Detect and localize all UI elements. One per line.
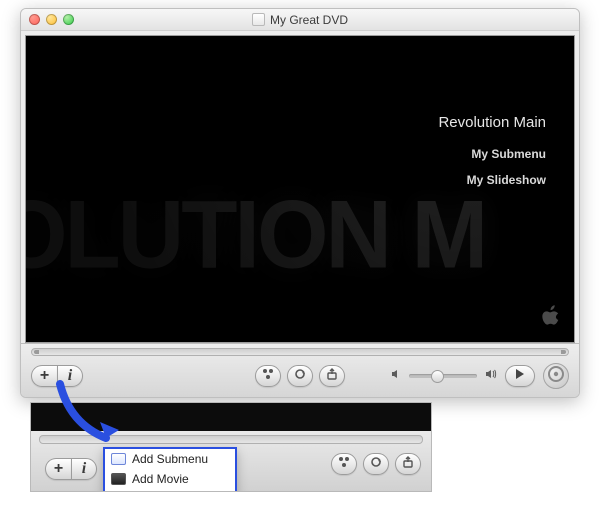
info-icon: i	[68, 367, 72, 385]
map-button[interactable]	[255, 365, 281, 387]
traffic-lights	[21, 14, 74, 25]
zoom-detail-panel: + i Add Submenu Add Movie Add Slideshow	[30, 402, 432, 492]
dvd-menu-item-submenu[interactable]: My Submenu	[438, 147, 546, 161]
plus-icon: +	[40, 367, 49, 385]
export-icon	[402, 455, 414, 473]
add-movie-item[interactable]: Add Movie	[105, 469, 235, 489]
zoom-preview-sliver	[31, 403, 431, 431]
minimize-window-button[interactable]	[46, 14, 57, 25]
dvd-menu-item-slideshow[interactable]: My Slideshow	[438, 173, 546, 187]
zoom-scrubber[interactable]	[39, 435, 423, 444]
plus-icon: +	[54, 460, 63, 478]
add-button[interactable]: +	[31, 365, 57, 387]
document-proxy-icon	[252, 13, 265, 26]
map-icon	[338, 455, 350, 473]
zoom-inspector-button[interactable]: i	[71, 458, 97, 480]
info-icon: i	[82, 460, 86, 478]
center-button-group	[255, 365, 345, 387]
loop-icon	[293, 367, 307, 385]
zoom-motion-button[interactable]	[363, 453, 389, 475]
motion-button[interactable]	[287, 365, 313, 387]
add-inspector-segmented: + i	[31, 365, 83, 387]
inspector-button[interactable]: i	[57, 365, 83, 387]
close-window-button[interactable]	[29, 14, 40, 25]
zoom-map-button[interactable]	[331, 453, 357, 475]
window-title: My Great DVD	[270, 13, 348, 27]
burn-icon	[547, 365, 565, 386]
add-slideshow-item[interactable]: Add Slideshow	[105, 489, 235, 492]
add-movie-label: Add Movie	[132, 472, 189, 486]
submenu-icon	[111, 453, 126, 465]
titlebar: My Great DVD	[21, 9, 579, 31]
dvd-menu-title[interactable]: Revolution Main	[438, 114, 546, 131]
loop-icon	[369, 455, 383, 473]
burn-panel-button[interactable]	[319, 365, 345, 387]
map-icon	[262, 367, 274, 385]
volume-high-icon	[485, 369, 497, 382]
right-controls	[391, 363, 569, 389]
zoom-center-buttons	[331, 453, 421, 475]
volume-slider[interactable]	[409, 374, 477, 378]
play-button[interactable]	[505, 365, 535, 387]
dvd-menu-list: Revolution Main My Submenu My Slideshow	[438, 114, 546, 199]
zoom-toolbar: + i Add Submenu Add Movie Add Slideshow	[31, 431, 431, 492]
add-submenu-item[interactable]: Add Submenu	[105, 449, 235, 469]
apple-logo-icon	[540, 304, 562, 330]
dvd-preview[interactable]: OLUTION M Revolution Main My Submenu My …	[25, 35, 575, 343]
burn-disc-button[interactable]	[543, 363, 569, 389]
zoom-add-inspector-segmented: + i	[45, 458, 97, 480]
zoom-burn-panel-button[interactable]	[395, 453, 421, 475]
bottom-toolbar: + i	[21, 343, 579, 397]
volume-low-icon	[391, 369, 401, 382]
title-center: My Great DVD	[21, 13, 579, 27]
play-icon	[515, 367, 525, 385]
add-submenu-label: Add Submenu	[132, 452, 208, 466]
export-icon	[326, 367, 338, 385]
idvd-window: My Great DVD OLUTION M Revolution Main M…	[20, 8, 580, 398]
add-popup-menu: Add Submenu Add Movie Add Slideshow	[103, 447, 237, 492]
timeline-scrubber[interactable]	[31, 348, 569, 356]
movie-icon	[111, 473, 126, 485]
zoom-window-button[interactable]	[63, 14, 74, 25]
zoom-add-button[interactable]: +	[45, 458, 71, 480]
